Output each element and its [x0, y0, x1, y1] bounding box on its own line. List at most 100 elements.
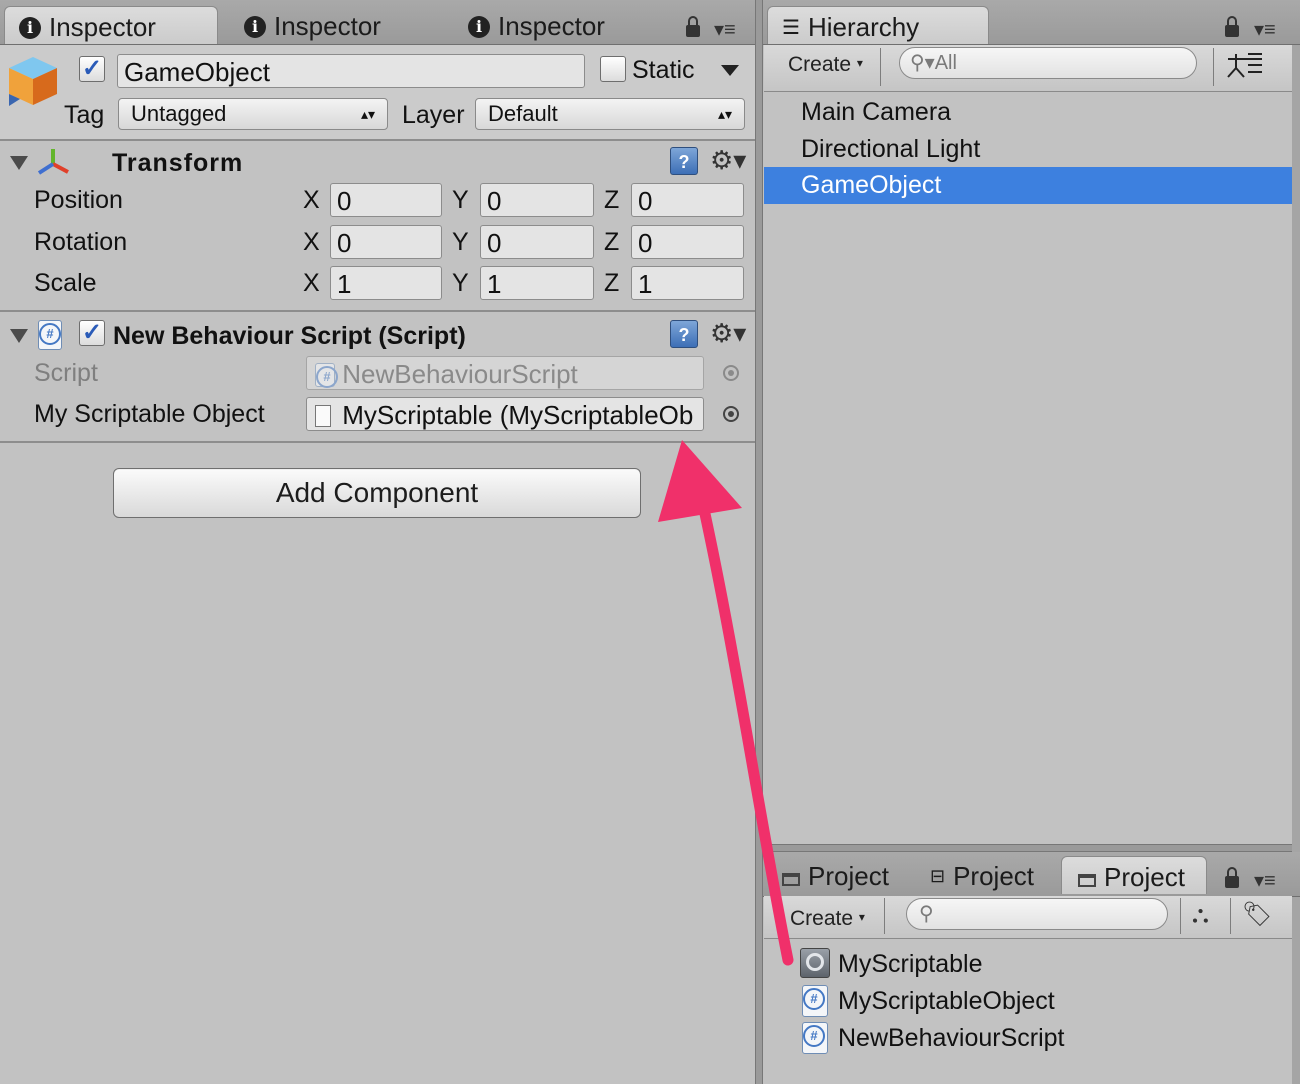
position-x-field[interactable]: 0 [330, 183, 442, 217]
axis-y-label: Y [452, 228, 469, 256]
tab-hierarchy-label: Hierarchy [807, 12, 920, 42]
transform-title: Transform [112, 149, 244, 177]
tab-inspector-2-label: Inspector [274, 11, 381, 41]
panel-divider [755, 0, 763, 1084]
scale-label: Scale [34, 269, 97, 297]
csharp-script-icon [802, 985, 828, 1017]
hierarchy-item-gameobject[interactable]: GameObject [764, 167, 1292, 204]
object-picker-icon [723, 365, 739, 381]
panel-menu-icon[interactable]: ▾≡ [1254, 20, 1276, 40]
static-label[interactable]: Static [632, 55, 695, 85]
hierarchy-search-placeholder: All [934, 52, 957, 74]
axis-x-label: X [303, 269, 320, 297]
panel-menu-icon[interactable]: ▾≡ [714, 20, 736, 40]
axis-y-label: Y [452, 186, 469, 214]
filter-by-type-icon[interactable]: ⛬ [1192, 900, 1209, 930]
gear-icon[interactable]: ⚙▾ [710, 147, 746, 173]
project-item-myscriptable[interactable]: MyScriptable [838, 946, 983, 983]
script-foldout-icon[interactable] [10, 329, 28, 343]
script-enabled-checkbox[interactable]: ✓ [79, 320, 105, 346]
add-component-button[interactable]: Add Component [113, 468, 641, 518]
scale-x-field[interactable]: 1 [330, 266, 442, 300]
tag-dropdown[interactable]: Untagged ▴▾ [118, 98, 388, 130]
lock-icon[interactable] [1225, 867, 1239, 888]
list-icon: ☰ [782, 17, 800, 39]
project-create-button[interactable]: Create ▾ [790, 894, 865, 940]
tab-inspector-2[interactable]: i Inspector [244, 6, 381, 44]
axis-y-label: Y [452, 269, 469, 297]
static-dropdown-icon[interactable] [721, 65, 739, 76]
dropdown-arrow-icon: ▾ [858, 910, 865, 924]
help-icon[interactable]: ? [670, 147, 698, 175]
object-picker-icon[interactable] [723, 406, 739, 422]
tab-project-2[interactable]: ⊟ Project [930, 856, 1034, 894]
axis-x-label: X [303, 186, 320, 214]
info-icon: i [19, 17, 41, 39]
tab-project-3[interactable]: Project [1061, 856, 1207, 894]
updown-arrow-icon: ▴▾ [360, 106, 375, 122]
toolbar-separator [1213, 48, 1214, 86]
axis-z-label: Z [604, 269, 620, 297]
rotation-z-field[interactable]: 0 [631, 225, 744, 259]
rotation-y-field[interactable]: 0 [480, 225, 594, 259]
project-item-myscriptableobject[interactable]: MyScriptableObject [838, 983, 1055, 1020]
position-z-field[interactable]: 0 [631, 183, 744, 217]
static-checkbox[interactable] [600, 56, 626, 82]
csharp-script-icon [38, 320, 62, 350]
sort-hierarchy-icon[interactable] [1226, 50, 1268, 80]
help-icon[interactable]: ? [670, 320, 698, 348]
project-item-newbehaviourscript[interactable]: NewBehaviourScript [838, 1020, 1065, 1057]
active-checkbox[interactable]: ✓ [79, 56, 105, 82]
transform-axes-icon [37, 149, 69, 175]
tab-inspector-1-label: Inspector [49, 12, 156, 42]
folder-icon [1078, 874, 1096, 887]
project-search-input[interactable]: ⚲ [906, 898, 1168, 930]
separator [0, 139, 756, 141]
gameobject-cube-icon [9, 57, 57, 106]
tab-inspector-1[interactable]: i Inspector [4, 6, 218, 44]
tab-inspector-3-label: Inspector [498, 11, 605, 41]
tag-value: Untagged [131, 101, 227, 126]
layer-dropdown[interactable]: Default ▴▾ [475, 98, 745, 130]
info-icon: i [468, 16, 490, 38]
tab-inspector-3[interactable]: i Inspector [468, 6, 605, 44]
tab-project-1[interactable]: Project [782, 856, 889, 894]
lock-icon[interactable] [686, 16, 700, 37]
folder-icon [782, 873, 800, 886]
csharp-script-icon [802, 1022, 828, 1054]
info-icon: i [244, 16, 266, 38]
separator [0, 310, 756, 312]
gear-icon[interactable]: ⚙▾ [710, 320, 746, 346]
toolbar-separator [880, 48, 881, 86]
scriptable-asset-icon [800, 948, 830, 978]
script-label: Script [34, 359, 98, 387]
hierarchy-search-input[interactable]: ⚲▾All [899, 47, 1197, 79]
panel-menu-icon[interactable]: ▾≡ [1254, 871, 1276, 891]
filter-by-label-icon[interactable]: 🏷 [1242, 900, 1272, 930]
rotation-label: Rotation [34, 228, 128, 256]
rotation-x-field[interactable]: 0 [330, 225, 442, 259]
search-icon: ⚲ [919, 903, 934, 925]
asset-file-icon [315, 405, 331, 427]
lock-icon[interactable] [1225, 16, 1239, 37]
project-create-label: Create [790, 907, 854, 930]
hierarchy-item-directional-light[interactable]: Directional Light [764, 131, 1292, 168]
csharp-script-icon [315, 363, 338, 388]
my-scriptable-object-field[interactable]: MyScriptable (MyScriptableOb [306, 397, 704, 431]
toolbar-separator [1180, 898, 1181, 934]
tab-project-3-label: Project [1104, 862, 1185, 892]
hierarchy-item-main-camera[interactable]: Main Camera [764, 94, 1292, 131]
toolbar-separator [1230, 898, 1231, 934]
axis-z-label: Z [604, 228, 620, 256]
scale-y-field[interactable]: 1 [480, 266, 594, 300]
transform-foldout-icon[interactable] [10, 156, 28, 170]
position-y-field[interactable]: 0 [480, 183, 594, 217]
my-scriptable-object-value: MyScriptable (MyScriptableOb [342, 400, 694, 430]
tab-project-2-label: Project [953, 861, 1035, 891]
tab-hierarchy[interactable]: ☰ Hierarchy [767, 6, 989, 44]
scale-z-field[interactable]: 1 [631, 266, 744, 300]
position-label: Position [34, 186, 123, 214]
hierarchy-create-button[interactable]: Create ▾ [788, 40, 863, 86]
script-field: NewBehaviourScript [306, 356, 704, 390]
object-name-field[interactable]: GameObject [117, 54, 585, 88]
